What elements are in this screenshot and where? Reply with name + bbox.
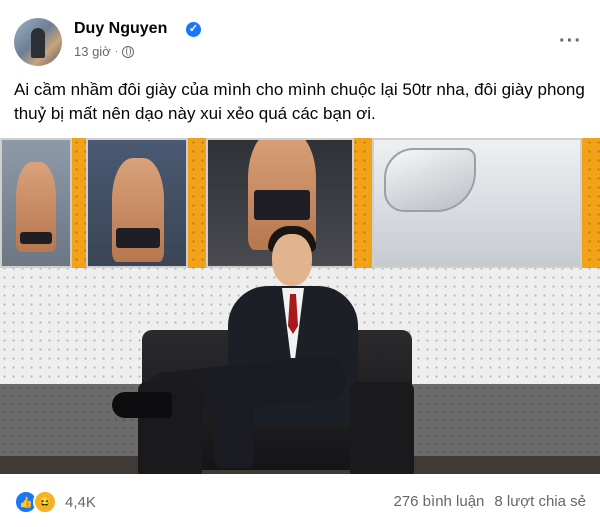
meta-separator: ·: [114, 46, 119, 57]
author-name[interactable]: Duy Nguyen: [74, 20, 167, 38]
poster-shorts: [254, 190, 310, 220]
photo-poster-4: [372, 138, 582, 268]
photo-shoe: [112, 392, 172, 418]
avatar-figure: [31, 28, 45, 58]
share-count[interactable]: 8 lượt chia sẻ: [494, 493, 586, 510]
author-avatar[interactable]: [14, 18, 62, 66]
post-timestamp[interactable]: 13 giờ: [74, 44, 111, 59]
reaction-count[interactable]: 4,4K: [65, 494, 96, 511]
photo-poster-1: [0, 138, 72, 268]
haha-icon: 😆: [33, 490, 57, 514]
more-options-icon[interactable]: ···: [559, 30, 582, 53]
facebook-post: Duy Nguyen ✓ 13 giờ · ··· Ai cầm nhầm đô…: [0, 0, 600, 527]
post-text: Ai cầm nhầm đôi giày của mình cho mình c…: [14, 80, 585, 123]
verified-badge-icon: ✓: [186, 22, 201, 37]
photo-poster-2: [86, 138, 188, 268]
poster-shorts: [116, 228, 160, 248]
post-photo[interactable]: [0, 138, 600, 474]
comment-count[interactable]: 276 bình luận: [393, 493, 484, 510]
photo-man-head: [272, 234, 312, 286]
post-stats: 276 bình luận 8 lượt chia sẻ: [393, 493, 586, 510]
post-meta: 13 giờ ·: [74, 44, 135, 59]
poster-car-mirror: [384, 148, 476, 212]
poster-shorts: [20, 232, 52, 244]
photo-man-leg: [214, 388, 254, 468]
globe-icon[interactable]: [122, 45, 135, 58]
reactions-summary[interactable]: 👍 😆 4,4K: [14, 490, 96, 514]
photo-armchair-right-arm: [350, 382, 414, 474]
